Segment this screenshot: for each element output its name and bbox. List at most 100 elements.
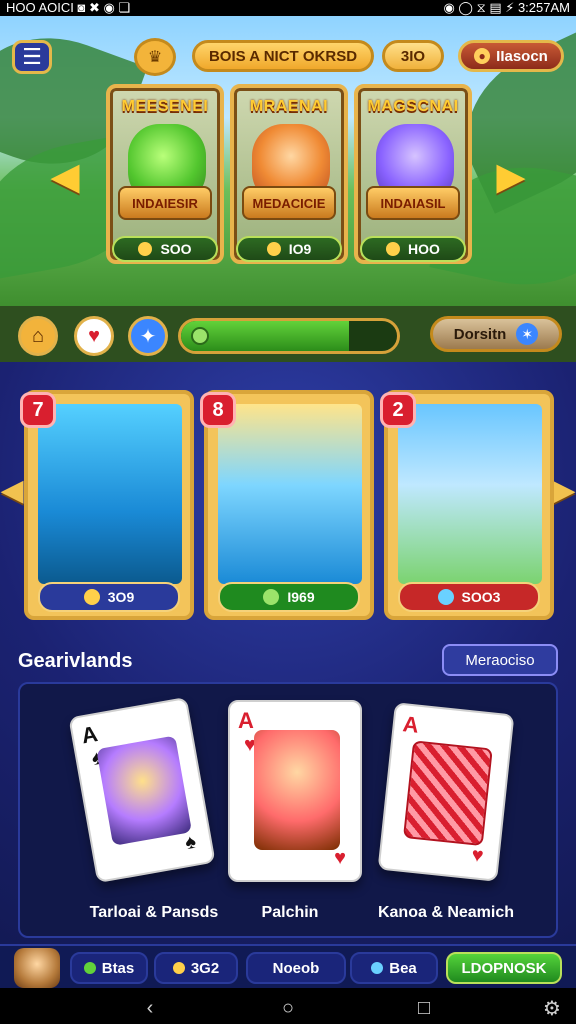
game-card-badge: 8 <box>200 392 236 428</box>
game-card-label-text: SOO3 <box>461 589 501 605</box>
game-card-fishing[interactable]: 7 3O9 <box>20 390 194 620</box>
action-right-pill[interactable]: Dorsitn ✶ <box>430 316 562 352</box>
heart-icon: ♥ <box>334 847 346 869</box>
spade-icon: ♠ <box>183 830 198 855</box>
chevron-right-icon: ▶ <box>496 155 526 198</box>
game-card-badge-text: 2 <box>392 398 404 421</box>
leaf-icon <box>191 327 209 345</box>
home-button[interactable]: ⌂ <box>18 316 58 356</box>
map-button[interactable]: ✦ <box>128 316 168 356</box>
leaf-dot-icon <box>83 962 96 974</box>
game-card-badge: 7 <box>20 392 56 428</box>
game-card-badge: 2 <box>380 392 416 428</box>
hero-card-ribbon: INDAIESIR <box>118 186 212 220</box>
profile-pill-text: IIasocn <box>496 47 548 65</box>
recents-button[interactable]: □ <box>412 996 436 1020</box>
card-art <box>254 730 340 850</box>
home-nav-button[interactable]: ○ <box>276 996 300 1020</box>
hero-card-price[interactable]: IO9 <box>236 236 342 262</box>
hero-card-price[interactable]: HOO <box>360 236 466 262</box>
game-card-label-text: I969 <box>287 589 315 605</box>
chevron-right-icon: ▶ <box>552 473 576 507</box>
heart-icon: ♥ <box>88 324 100 347</box>
fishing-art <box>38 404 182 584</box>
chevron-left-icon: ◀ <box>0 473 24 507</box>
games-next-button[interactable]: ▶ <box>552 468 576 512</box>
hero-card-2[interactable]: MRAENAI MEDACICIE IO9 <box>230 84 348 264</box>
hero-card-ribbon: INDAIASIL <box>366 186 460 220</box>
profile-icon: ● <box>474 48 491 64</box>
hero-card-ribbon-text: MEDACICIE <box>252 195 326 211</box>
game-card-badge-text: 8 <box>212 398 224 421</box>
coin-icon <box>266 242 281 256</box>
coin-dot-icon <box>172 962 185 974</box>
playing-card-right[interactable]: A ♥ <box>377 702 515 882</box>
hero-card-title: MAGSCNAI <box>367 98 459 115</box>
hero-card-ribbon-text: INDAIASIL <box>380 195 446 211</box>
section-title: Gearivlands <box>18 650 133 672</box>
back-icon: ‹ <box>146 996 154 1019</box>
square-recents-icon: □ <box>417 996 431 1019</box>
crown-icon: ♛ <box>147 49 163 66</box>
coin-icon <box>138 242 153 256</box>
profile-pill[interactable]: ● IIasocn <box>458 40 564 72</box>
bottom-seg-4[interactable]: Bea <box>350 952 438 984</box>
bottom-cta-button[interactable]: LDOPNOSK <box>446 952 562 984</box>
game-card-river[interactable]: 8 I969 <box>200 390 374 620</box>
bottom-cta-text: LDOPNOSK <box>461 959 547 977</box>
home-icon: ⌂ <box>31 324 45 347</box>
status-bar: HOO AOICI ◙ ✖ ◉ ❏ ◉ ◯ ⧖ ▤ ⚡ 3:257AM <box>0 0 576 16</box>
games-prev-button[interactable]: ◀ <box>0 468 24 512</box>
menu-button[interactable]: ☰ <box>12 40 52 74</box>
circle-home-icon: ○ <box>281 996 295 1019</box>
currency-pill-text: 3IO <box>400 47 426 65</box>
hero-card-price-text: SOO <box>160 241 192 257</box>
coin-icon <box>386 242 401 256</box>
accessibility-button[interactable]: ⚙ <box>540 996 564 1020</box>
section-button-text: Meraociso <box>465 651 535 669</box>
section-button[interactable]: Meraociso <box>442 644 558 676</box>
hero-card-ribbon: MEDACICIE <box>242 186 336 220</box>
action-right-pill-text: Dorsitn <box>453 325 507 343</box>
playing-card-center[interactable]: A ♥ ♥ <box>228 700 362 882</box>
favorites-button[interactable]: ♥ <box>74 316 114 356</box>
hero-card-price-text: HOO <box>408 241 440 257</box>
character-art <box>398 404 542 584</box>
hero-card-1[interactable]: MEESENEI INDAIESIR SOO <box>106 84 224 264</box>
progress-bar <box>178 318 400 354</box>
crown-badge[interactable]: ♛ <box>134 38 176 76</box>
bottom-seg-2[interactable]: 3G2 <box>154 952 238 984</box>
hero-card-price-text: IO9 <box>288 241 312 257</box>
heart-icon: ♥ <box>470 844 485 868</box>
playing-card-left[interactable]: A ♠ ♠ <box>68 696 216 884</box>
river-art <box>218 404 362 584</box>
game-card-label[interactable]: I969 <box>218 582 360 612</box>
card-corner: A <box>401 711 421 738</box>
event-pill[interactable]: BOIS A NICT OKRSD <box>192 40 374 72</box>
leaf-icon <box>263 589 280 605</box>
hero-banner: ☰ ♛ BOIS A NICT OKRSD 3IO ● IIasocn ◀ ▶ … <box>0 16 576 306</box>
gem-dot-icon <box>371 962 384 974</box>
gem-icon <box>437 589 454 605</box>
card-back-pattern <box>402 740 493 847</box>
playing-cards-panel: A ♠ ♠ A ♥ ♥ A ♥ Tarloai & Pansds Palchin… <box>18 682 558 938</box>
bottom-bar: Btas 3G2 Noeob Bea LDOPNOSK <box>0 944 576 988</box>
game-card-character[interactable]: 2 SOO3 <box>380 390 554 620</box>
hero-card-3[interactable]: MAGSCNAI INDAIASIL HOO <box>354 84 472 264</box>
bottom-seg-1[interactable]: Btas <box>70 952 148 984</box>
currency-pill[interactable]: 3IO <box>382 40 444 72</box>
hero-prev-button[interactable]: ◀ <box>48 154 82 198</box>
menu-icon: ☰ <box>22 44 42 69</box>
compass-icon: ✦ <box>139 325 157 348</box>
game-card-badge-text: 7 <box>32 398 44 421</box>
game-card-label[interactable]: SOO3 <box>398 582 540 612</box>
star-icon: ✶ <box>516 323 539 345</box>
game-card-label[interactable]: 3O9 <box>38 582 180 612</box>
hero-card-price[interactable]: SOO <box>112 236 218 262</box>
hero-card-title: MRAENAI <box>249 98 329 115</box>
card-caption-3: Kanoa & Neamich <box>377 904 515 921</box>
android-nav-bar: ‹ ○ □ ⚙ <box>0 988 576 1024</box>
back-button[interactable]: ‹ <box>138 996 162 1020</box>
hero-next-button[interactable]: ▶ <box>494 154 528 198</box>
bottom-seg-3[interactable]: Noeob <box>246 952 346 984</box>
